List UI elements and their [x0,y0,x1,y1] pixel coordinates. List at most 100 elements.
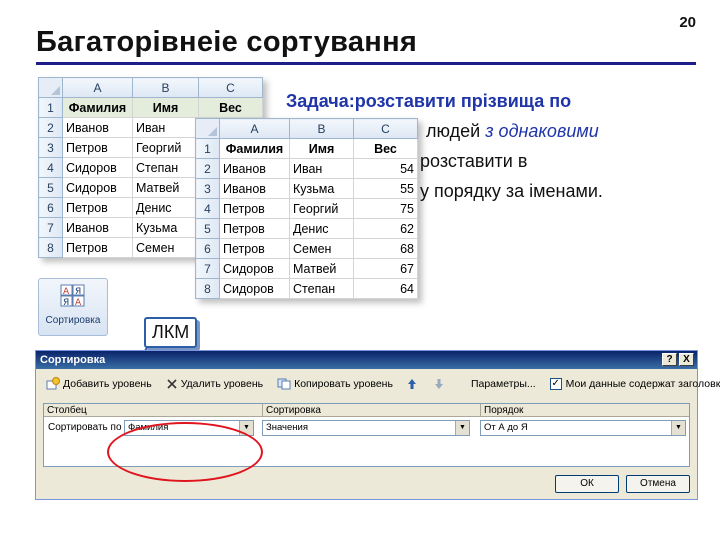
column-header-a[interactable]: A [219,118,290,139]
add-level-button[interactable]: Добавить уровень [46,377,152,391]
row-header[interactable]: 3 [195,178,220,199]
cell[interactable]: Иванов [219,158,290,179]
sort-on-select[interactable]: Значения ▼ [262,420,470,436]
svg-text:Я: Я [63,298,69,308]
select-all-corner[interactable] [195,118,220,139]
row-header[interactable]: 6 [195,238,220,259]
has-headers-label: Мои данные содержат заголовки [565,378,720,390]
dialog-toolbar: Добавить уровень Удалить уровень Копиров… [36,369,720,399]
cell-header[interactable]: Вес [198,97,263,118]
row-header[interactable]: 8 [38,237,63,258]
column-heading-sort-on: Сортировка [262,404,321,417]
column-header-c[interactable]: C [198,77,263,98]
move-up-button[interactable] [407,378,420,390]
delete-level-button[interactable]: Удалить уровень [166,378,263,390]
ok-button[interactable]: ОК [555,475,619,493]
has-headers-checkbox[interactable]: ✓ Мои данные содержат заголовки [549,378,720,390]
spreadsheet-sorted: A B C 1 Фамилия Имя Вес 2 Иванов Иван 54 3И… [195,118,418,299]
row-header[interactable]: 2 [38,117,63,138]
chevron-down-icon: ▼ [455,421,469,435]
row-header[interactable]: 7 [38,217,63,238]
cell[interactable]: 75 [353,198,418,219]
cell[interactable]: Петров [219,198,290,219]
row-header[interactable]: 5 [38,177,63,198]
delete-icon [167,379,177,389]
move-down-button[interactable] [434,378,447,390]
cell[interactable]: Матвей [289,258,354,279]
sort-on-select-value: Значения [266,422,308,433]
cell[interactable]: Сидоров [62,157,133,178]
cell[interactable]: Степан [289,278,354,299]
cell[interactable]: Кузьма [132,217,199,238]
cancel-button[interactable]: Отмена [626,475,690,493]
cell[interactable]: 62 [353,218,418,239]
cell[interactable]: Иванов [62,217,133,238]
cell[interactable]: 64 [353,278,418,299]
cell[interactable]: Сидоров [219,258,290,279]
cell[interactable]: 68 [353,238,418,259]
cell[interactable]: Сидоров [62,177,133,198]
cell[interactable]: Степан [132,157,199,178]
column-header-b[interactable]: B [132,77,199,98]
cell[interactable]: Иванов [62,117,133,138]
cell[interactable]: Георгий [289,198,354,219]
add-level-icon [46,377,60,390]
order-select-value: От А до Я [484,422,528,433]
cell-header[interactable]: Вес [353,138,418,159]
row-header[interactable]: 1 [38,97,63,118]
cell[interactable]: Петров [62,197,133,218]
copy-level-button[interactable]: Копировать уровень [277,378,393,390]
order-select[interactable]: От А до Я ▼ [480,420,686,436]
page-number: 20 [679,14,696,31]
row-header[interactable]: 2 [195,158,220,179]
options-button[interactable]: Параметры... [471,378,536,390]
row-header[interactable]: 4 [195,198,220,219]
cell[interactable]: Иван [132,117,199,138]
sort-by-label: Сортировать по [48,422,122,433]
close-button[interactable]: X [679,353,694,366]
row-header[interactable]: 6 [38,197,63,218]
cell[interactable]: Кузьма [289,178,354,199]
cell[interactable]: 55 [353,178,418,199]
cell-header[interactable]: Фамилия [62,97,133,118]
svg-text:А: А [63,287,70,297]
row-header[interactable]: 3 [38,137,63,158]
select-all-corner[interactable] [38,77,63,98]
cell[interactable]: 54 [353,158,418,179]
row-header[interactable]: 7 [195,258,220,279]
row-header[interactable]: 5 [195,218,220,239]
cell[interactable]: Иван [289,158,354,179]
cell-header[interactable]: Имя [289,138,354,159]
task-line-3: розставити в [420,151,528,171]
sort-dialog: Сортировка ? X Добавить уровень Удалить … [35,350,720,500]
cell[interactable]: Иванов [219,178,290,199]
options-label: Параметры... [470,378,536,390]
cell[interactable]: Петров [219,218,290,239]
help-button[interactable]: ? [662,353,677,366]
cell[interactable]: Денис [289,218,354,239]
cell[interactable]: Петров [62,237,133,258]
column-header-a[interactable]: A [62,77,133,98]
cell[interactable]: 67 [353,258,418,279]
highlight-oval [107,422,263,482]
cell[interactable]: Георгий [132,137,199,158]
column-header-c[interactable]: C [353,118,418,139]
sort-ribbon-button[interactable]: А Я Я А Сортировка [38,278,108,336]
slide-title: Багаторівнеіе сортування [36,26,418,58]
cell-header[interactable]: Имя [132,97,199,118]
row-header[interactable]: 4 [38,157,63,178]
row-header[interactable]: 8 [195,278,220,299]
cell[interactable]: Семен [132,237,199,258]
cell[interactable]: Сидоров [219,278,290,299]
cell-header[interactable]: Фамилия [219,138,290,159]
row-header[interactable]: 1 [195,138,220,159]
cell[interactable]: Петров [62,137,133,158]
cell[interactable]: Матвей [132,177,199,198]
column-header-b[interactable]: B [289,118,354,139]
cell[interactable]: Петров [219,238,290,259]
delete-level-label: Удалить уровень [180,378,264,390]
dialog-title-bar: Сортировка ? X [36,351,697,369]
cell[interactable]: Денис [132,197,199,218]
copy-icon [277,378,291,390]
cell[interactable]: Семен [289,238,354,259]
